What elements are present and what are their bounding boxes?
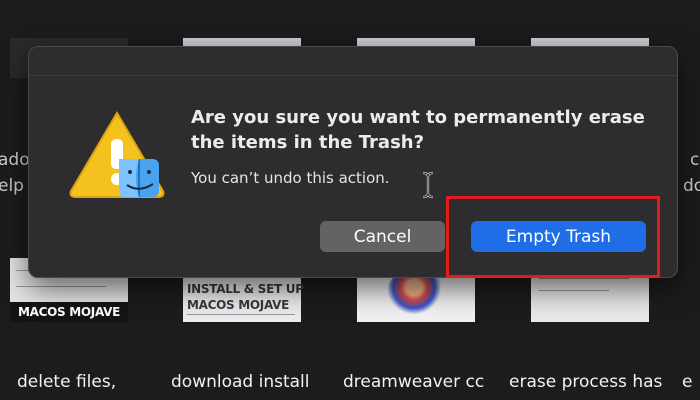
thumbnail-title: MACOS MOJAVE (18, 305, 121, 319)
thumbnail-banner: MACOS MOJAVE (10, 302, 128, 322)
left-edge-text-2: elp (0, 176, 24, 196)
thumbnail-line (187, 314, 295, 315)
finder-icon (119, 159, 159, 197)
thumbnail-caption-3[interactable]: dreamweaver cc (343, 372, 484, 392)
thumbnail-caption-2[interactable]: download install (171, 372, 310, 392)
thumbnail-line (539, 278, 629, 279)
thumbnail-caption-1[interactable]: delete files, (17, 372, 116, 392)
warning-icon (69, 111, 165, 198)
cancel-button[interactable]: Cancel (320, 221, 445, 252)
right-edge-text-1: c (690, 150, 700, 170)
right-edge-text-2: do (683, 176, 700, 196)
thumbnail-caption-4[interactable]: erase process has (509, 372, 662, 392)
thumbnail-subtitle: MACOS MOJAVE (187, 298, 290, 312)
thumbnail-caption-5[interactable]: e (682, 372, 692, 392)
dialog-divider (29, 75, 677, 76)
dialog-title: Are you sure you want to permanently era… (191, 107, 645, 153)
empty-trash-dialog: Are you sure you want to permanently era… (28, 46, 678, 278)
thumbnail-line (539, 290, 609, 291)
thumbnail-title: INSTALL & SET UP (187, 282, 304, 296)
dialog-message: You can’t undo this action. (191, 169, 390, 187)
thumbnail-line (16, 286, 106, 287)
left-edge-text-1: ado (0, 150, 30, 170)
highlight-box (446, 196, 660, 278)
text-cursor-icon (422, 171, 434, 199)
